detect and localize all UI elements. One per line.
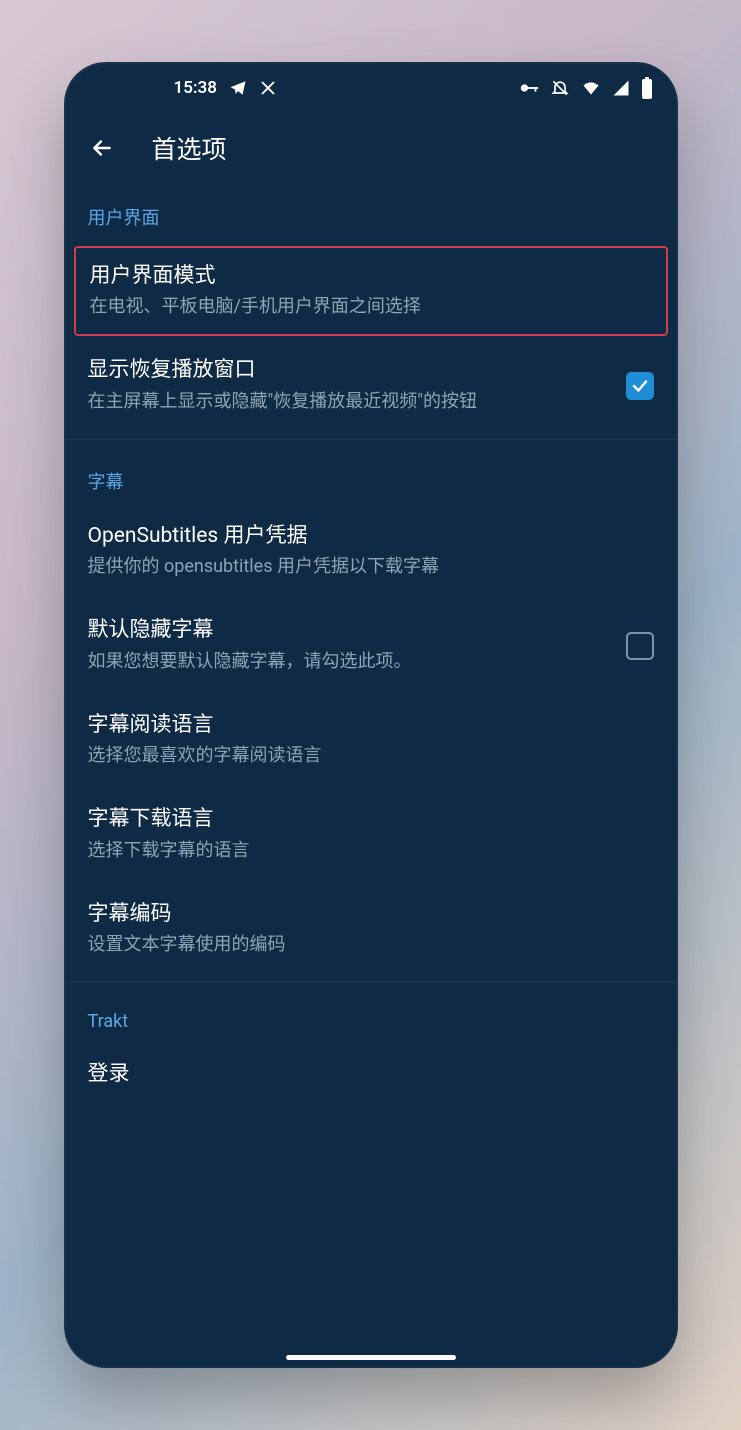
pref-title: 字幕阅读语言 — [88, 711, 654, 739]
section-header-trakt: Trakt — [64, 989, 678, 1042]
signal-icon — [612, 79, 630, 97]
pref-subtitle: 选择您最喜欢的字幕阅读语言 — [88, 743, 654, 769]
app-bar: 首选项 — [64, 114, 678, 182]
check-icon — [631, 377, 649, 395]
pref-sub-encoding[interactable]: 字幕编码 设置文本字幕使用的编码 — [64, 882, 678, 976]
arrow-back-icon — [89, 135, 115, 161]
phone-frame: 15:38 R — [64, 62, 678, 1368]
pref-title: 用户界面模式 — [90, 262, 652, 290]
dnd-icon — [550, 78, 570, 98]
telegram-icon — [229, 79, 247, 97]
wifi-icon: R — [580, 78, 602, 98]
pref-subtitle: 设置文本字幕使用的编码 — [88, 932, 654, 958]
section-header-subtitles: 字幕 — [64, 446, 678, 504]
checkbox-hide-subs[interactable] — [626, 632, 654, 660]
svg-text:R: R — [595, 79, 600, 87]
back-button[interactable] — [80, 126, 124, 170]
pref-title: OpenSubtitles 用户凭据 — [88, 522, 654, 550]
vpn-key-icon — [518, 77, 540, 99]
section-header-ui: 用户界面 — [64, 182, 678, 240]
page-title: 首选项 — [152, 130, 227, 166]
home-indicator[interactable] — [286, 1355, 456, 1360]
pref-subtitle: 提供你的 opensubtitles 用户凭据以下载字幕 — [88, 554, 654, 580]
settings-list[interactable]: 用户界面 用户界面模式 在电视、平板电脑/手机用户界面之间选择 显示恢复播放窗口… — [64, 182, 678, 1368]
pref-hide-subs-default[interactable]: 默认隐藏字幕 如果您想要默认隐藏字幕，请勾选此项。 — [64, 598, 678, 692]
pref-title: 登录 — [88, 1060, 654, 1088]
divider — [64, 439, 678, 440]
checkbox-resume[interactable] — [626, 372, 654, 400]
x-icon — [259, 79, 277, 97]
watermark: 小众软件 — [663, 8, 727, 32]
pref-trakt-login[interactable]: 登录 — [64, 1042, 678, 1106]
pref-subtitle: 如果您想要默认隐藏字幕，请勾选此项。 — [88, 649, 610, 675]
pref-title: 字幕下载语言 — [88, 805, 654, 833]
status-bar: 15:38 R — [64, 62, 678, 114]
pref-title: 字幕编码 — [88, 900, 654, 928]
pref-ui-mode[interactable]: 用户界面模式 在电视、平板电脑/手机用户界面之间选择 — [74, 246, 668, 336]
pref-opensubtitles-credentials[interactable]: OpenSubtitles 用户凭据 提供你的 opensubtitles 用户… — [64, 504, 678, 598]
pref-title: 显示恢复播放窗口 — [88, 356, 610, 384]
battery-icon — [640, 77, 654, 99]
pref-sub-download-lang[interactable]: 字幕下载语言 选择下载字幕的语言 — [64, 787, 678, 881]
pref-subtitle: 选择下载字幕的语言 — [88, 838, 654, 864]
pref-show-resume[interactable]: 显示恢复播放窗口 在主屏幕上显示或隐藏"恢复播放最近视频"的按钮 — [64, 338, 678, 432]
pref-subtitle: 在主屏幕上显示或隐藏"恢复播放最近视频"的按钮 — [88, 389, 610, 415]
pref-title: 默认隐藏字幕 — [88, 616, 610, 644]
pref-subtitle: 在电视、平板电脑/手机用户界面之间选择 — [90, 294, 652, 320]
divider — [64, 982, 678, 983]
status-time: 15:38 — [174, 78, 217, 98]
pref-sub-read-lang[interactable]: 字幕阅读语言 选择您最喜欢的字幕阅读语言 — [64, 693, 678, 787]
